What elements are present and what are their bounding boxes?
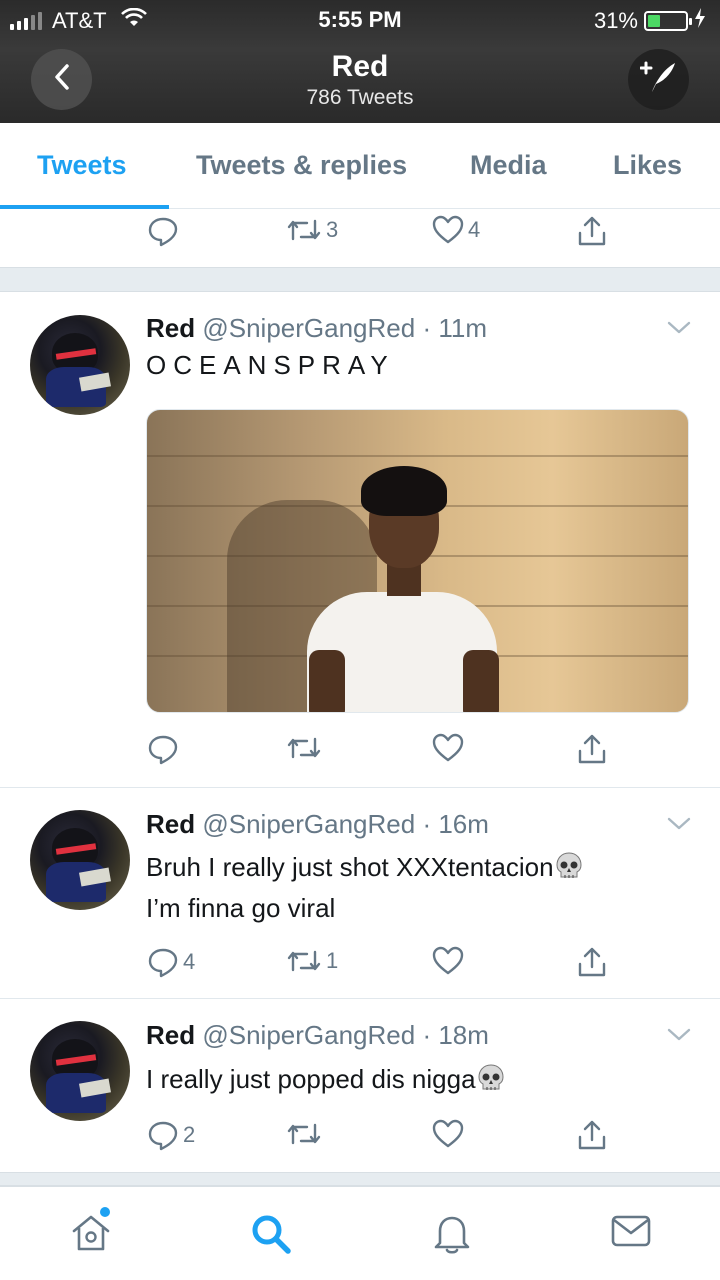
reply-bubble-icon — [147, 733, 179, 765]
tweet-header: Red @SniperGangRed · 16m — [146, 809, 489, 840]
tweet-text-line-1: Bruh I really just shot XXXtentacion — [146, 852, 554, 882]
avatar[interactable] — [30, 1021, 130, 1121]
reply-button[interactable]: 4 — [147, 946, 195, 978]
tweet-text-line-1: I really just popped dis nigga — [146, 1064, 476, 1094]
reply-button[interactable] — [147, 733, 179, 765]
retweet-button[interactable]: 1 — [286, 946, 338, 976]
section-separator — [0, 267, 720, 292]
new-content-dot — [100, 1207, 110, 1217]
like-button[interactable] — [432, 733, 464, 763]
nav-home[interactable] — [70, 1207, 112, 1258]
reply-bubble-icon — [147, 215, 179, 247]
reply-count: 4 — [183, 949, 196, 974]
nav-messages[interactable] — [610, 1213, 652, 1254]
tweet-author-name[interactable]: Red — [146, 1020, 195, 1050]
messages-envelope-icon — [610, 1215, 652, 1253]
reply-button[interactable] — [147, 215, 179, 247]
skull-emoji — [476, 1063, 506, 1093]
retweet-icon — [286, 946, 322, 976]
notifications-bell-icon — [432, 1216, 472, 1259]
tab-media[interactable]: Media — [470, 150, 547, 181]
retweet-icon — [286, 215, 322, 245]
charging-bolt-icon — [694, 8, 706, 34]
share-icon — [576, 215, 608, 247]
tweet-actions — [0, 733, 720, 777]
tweet-card[interactable]: Red @SniperGangRed · 18m I really just p… — [0, 999, 720, 1172]
profile-tabs: Tweets Tweets & replies Media Likes — [0, 123, 720, 209]
heart-icon — [432, 946, 464, 976]
tab-likes[interactable]: Likes — [613, 150, 682, 181]
tweet-card[interactable]: Red @SniperGangRed · 16m Bruh I really j… — [0, 788, 720, 998]
active-tab-indicator — [0, 205, 169, 209]
avatar[interactable] — [30, 315, 130, 415]
tweet-count-subtitle: 786 Tweets — [306, 86, 414, 109]
tweet-author-handle[interactable]: @SniperGangRed — [202, 809, 415, 839]
chevron-down-icon[interactable] — [666, 1027, 692, 1048]
nav-search[interactable] — [250, 1213, 292, 1260]
retweet-count: 1 — [326, 948, 339, 973]
avatar[interactable] — [30, 810, 130, 910]
heart-icon — [432, 733, 464, 763]
retweet-icon — [286, 1119, 322, 1149]
tweet-text-line-2: I’m finna go viral — [146, 893, 336, 923]
heart-icon — [432, 1119, 464, 1149]
home-icon — [70, 1215, 112, 1257]
retweet-icon — [286, 733, 322, 763]
tweet-author-name[interactable]: Red — [146, 313, 195, 343]
share-button[interactable] — [576, 1119, 608, 1151]
share-icon — [576, 1119, 608, 1151]
search-icon — [250, 1215, 292, 1259]
like-count: 4 — [468, 217, 481, 242]
status-right: 31% — [594, 8, 706, 34]
compose-tweet-button[interactable] — [628, 49, 689, 110]
heart-icon — [432, 215, 464, 245]
tweet-photo[interactable] — [146, 409, 689, 713]
status-bar: AT&T 5:55 PM 31% — [0, 0, 720, 40]
reply-bubble-icon — [147, 1119, 179, 1151]
reply-count: 2 — [183, 1122, 196, 1147]
chevron-down-icon[interactable] — [666, 816, 692, 837]
tweet-actions: 2 — [0, 1119, 720, 1163]
share-icon — [576, 733, 608, 765]
tweet-header: Red @SniperGangRed · 11m — [146, 313, 487, 344]
like-button[interactable] — [432, 1119, 464, 1149]
retweet-button[interactable] — [286, 1119, 322, 1149]
retweet-button[interactable]: 3 — [286, 215, 338, 245]
tweet-text-line: Bruh I really just shot XXXtentacion — [146, 847, 584, 888]
bottom-tab-bar — [0, 1186, 720, 1280]
tweet-timestamp: · 11m — [422, 313, 487, 343]
skull-emoji — [554, 851, 584, 881]
tweet-actions: 4 1 — [0, 946, 720, 990]
previous-tweet-actions: 3 4 — [0, 215, 720, 259]
battery-icon — [644, 11, 692, 31]
profile-name-title: Red — [331, 50, 389, 83]
share-button[interactable] — [576, 215, 608, 247]
tab-tweets[interactable]: Tweets — [37, 150, 127, 181]
tweet-author-handle[interactable]: @SniperGangRed — [202, 313, 415, 343]
tweet-text: I really just popped dis nigga — [146, 1059, 506, 1100]
like-button[interactable] — [432, 946, 464, 976]
reply-bubble-icon — [147, 946, 179, 978]
tweet-text: Bruh I really just shot XXXtentacion I’m… — [146, 847, 584, 929]
compose-tweet-icon — [639, 59, 678, 100]
tweet-timestamp: · 16m — [422, 809, 489, 839]
tweet-author-handle[interactable]: @SniperGangRed — [202, 1020, 415, 1050]
battery-percent: 31% — [593, 8, 638, 33]
retweet-button[interactable] — [286, 733, 322, 763]
chevron-down-icon[interactable] — [666, 320, 692, 341]
share-button[interactable] — [576, 946, 608, 978]
share-button[interactable] — [576, 733, 608, 765]
section-separator — [0, 1172, 720, 1186]
share-icon — [576, 946, 608, 978]
tab-tweets-and-replies[interactable]: Tweets & replies — [196, 150, 407, 181]
profile-header: AT&T 5:55 PM 31% Red 786 Tweets — [0, 0, 720, 123]
like-button[interactable]: 4 — [432, 215, 480, 245]
tweet-timestamp: · 18m — [422, 1020, 489, 1050]
reply-button[interactable]: 2 — [147, 1119, 195, 1151]
tweet-header: Red @SniperGangRed · 18m — [146, 1020, 489, 1051]
tweet-text: OCEANSPRAY — [146, 350, 395, 380]
tweet-author-name[interactable]: Red — [146, 809, 195, 839]
nav-notifications[interactable] — [432, 1213, 472, 1260]
retweet-count: 3 — [326, 217, 339, 242]
